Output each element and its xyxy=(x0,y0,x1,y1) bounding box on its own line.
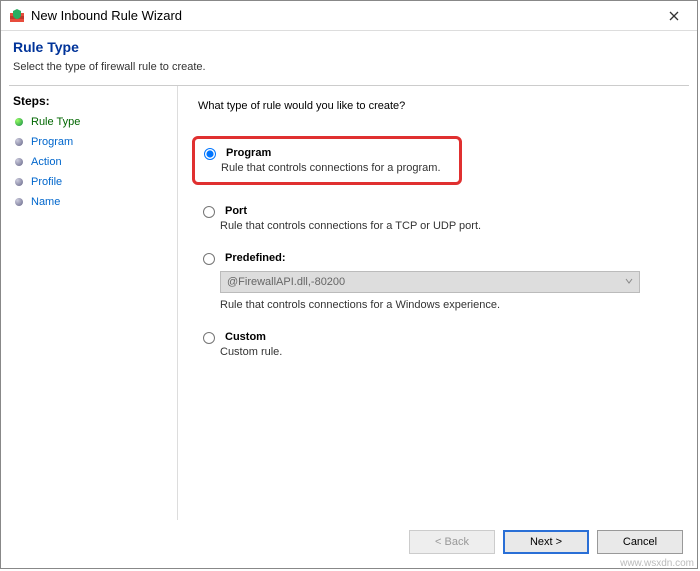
step-name[interactable]: Name xyxy=(13,192,165,212)
close-button[interactable] xyxy=(659,1,689,31)
radio-program[interactable] xyxy=(204,148,216,160)
option-program[interactable]: Program Rule that controls connections f… xyxy=(199,145,451,174)
option-label: Predefined: xyxy=(225,252,286,264)
step-bullet-icon xyxy=(15,178,23,186)
radio-predefined[interactable] xyxy=(203,253,215,265)
step-rule-type[interactable]: Rule Type xyxy=(13,112,165,132)
step-label: Rule Type xyxy=(31,116,80,128)
window-title: New Inbound Rule Wizard xyxy=(31,8,659,23)
step-bullet-icon xyxy=(15,158,23,166)
predefined-select-value: @FirewallAPI.dll,-80200 xyxy=(227,276,345,288)
radio-port[interactable] xyxy=(203,206,215,218)
watermark: www.wsxdn.com xyxy=(620,558,694,569)
question-text: What type of rule would you like to crea… xyxy=(198,100,677,112)
predefined-select: @FirewallAPI.dll,-80200 xyxy=(220,271,640,293)
option-desc: Rule that controls connections for a TCP… xyxy=(220,220,677,232)
back-button: < Back xyxy=(409,530,495,554)
highlight-annotation: Program Rule that controls connections f… xyxy=(192,136,462,185)
step-action[interactable]: Action xyxy=(13,152,165,172)
step-bullet-icon xyxy=(15,198,23,206)
option-desc: Rule that controls connections for a Win… xyxy=(220,299,677,311)
option-desc: Rule that controls connections for a pro… xyxy=(221,162,451,174)
step-profile[interactable]: Profile xyxy=(13,172,165,192)
radio-custom[interactable] xyxy=(203,332,215,344)
cancel-button[interactable]: Cancel xyxy=(597,530,683,554)
option-label: Custom xyxy=(225,331,266,343)
step-bullet-icon xyxy=(15,138,23,146)
step-label: Profile xyxy=(31,176,62,188)
step-label: Name xyxy=(31,196,60,208)
option-predefined[interactable]: Predefined: @FirewallAPI.dll,-80200 Rule… xyxy=(198,250,677,311)
step-bullet-icon xyxy=(15,118,23,126)
step-label: Program xyxy=(31,136,73,148)
page-title: Rule Type xyxy=(13,39,685,55)
chevron-down-icon xyxy=(625,276,633,288)
page-subtitle: Select the type of firewall rule to crea… xyxy=(13,61,685,73)
firewall-icon xyxy=(9,8,25,24)
step-label: Action xyxy=(31,156,62,168)
step-program[interactable]: Program xyxy=(13,132,165,152)
option-port[interactable]: Port Rule that controls connections for … xyxy=(198,203,677,232)
option-label: Port xyxy=(225,205,247,217)
option-custom[interactable]: Custom Custom rule. xyxy=(198,329,677,358)
next-button[interactable]: Next > xyxy=(503,530,589,554)
option-label: Program xyxy=(226,147,271,159)
steps-heading: Steps: xyxy=(13,94,165,108)
option-desc: Custom rule. xyxy=(220,346,677,358)
